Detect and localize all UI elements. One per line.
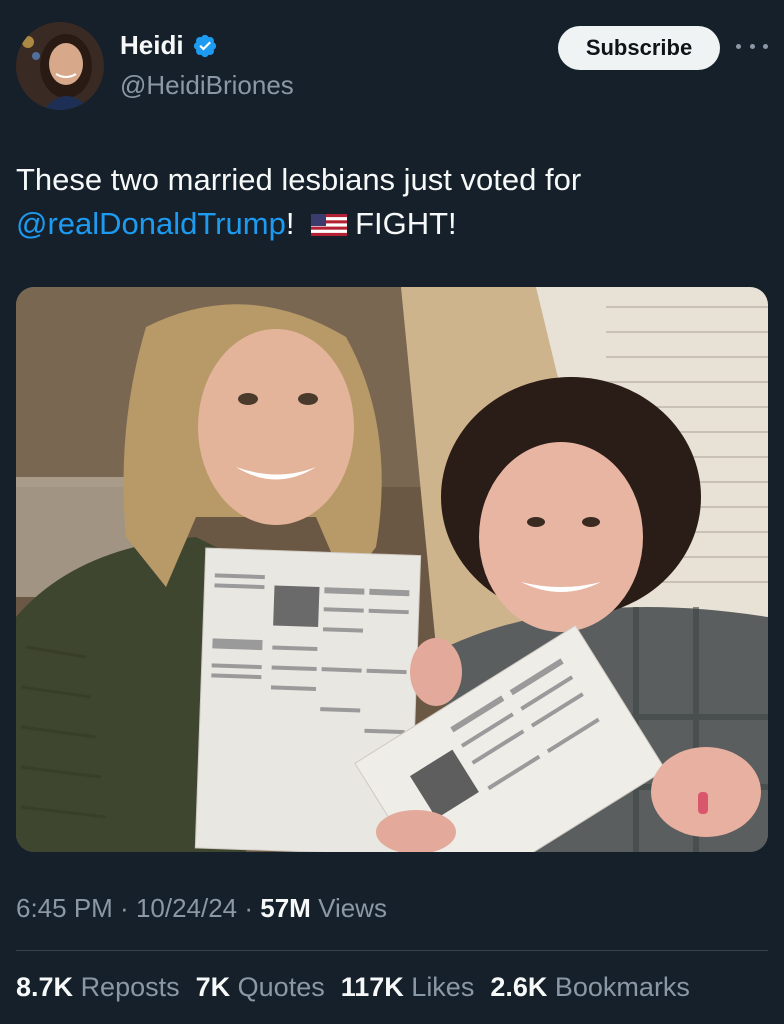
- author-display-name[interactable]: Heidi: [120, 30, 184, 61]
- reposts-label: Reposts: [80, 972, 180, 1002]
- tweet-time[interactable]: 6:45 PM: [16, 893, 113, 923]
- views-label: Views: [310, 893, 387, 923]
- engagement-stats: 8.7K Reposts 7K Quotes 117K Likes 2.6K B…: [16, 972, 690, 1003]
- likes-stat[interactable]: 117K Likes: [341, 972, 475, 1003]
- likes-label: Likes: [411, 972, 475, 1002]
- photo-illustration: [16, 287, 768, 852]
- tweet-date[interactable]: 10/24/24: [136, 893, 237, 923]
- tweet-photo[interactable]: [16, 287, 768, 852]
- author-avatar[interactable]: [16, 22, 104, 110]
- subscribe-button[interactable]: Subscribe: [558, 26, 720, 70]
- views-count: 57M: [260, 893, 311, 923]
- tweet-text-punct: !: [285, 206, 295, 241]
- tweet-text: These two married lesbians just voted fo…: [16, 158, 756, 246]
- tweet-meta: 6:45 PM · 10/24/24 · 57M Views: [16, 893, 387, 924]
- quotes-label: Quotes: [237, 972, 325, 1002]
- tweet-container: Heidi @HeidiBriones Subscribe These two …: [0, 0, 784, 1024]
- meta-separator: ·: [112, 893, 136, 923]
- divider: [16, 950, 768, 951]
- author-handle[interactable]: @HeidiBriones: [120, 70, 294, 101]
- likes-count: 117K: [340, 972, 404, 1002]
- bookmarks-label: Bookmarks: [554, 972, 690, 1002]
- avatar-image: [16, 22, 104, 110]
- bookmarks-stat[interactable]: 2.6K Bookmarks: [490, 972, 690, 1003]
- us-flag-icon: [311, 214, 348, 236]
- verified-badge-icon: [193, 34, 216, 57]
- meta-separator: ·: [237, 893, 261, 923]
- more-options-icon[interactable]: [736, 36, 768, 56]
- bookmarks-count: 2.6K: [490, 972, 548, 1002]
- reposts-stat[interactable]: 8.7K Reposts: [16, 972, 180, 1003]
- quotes-stat[interactable]: 7K Quotes: [196, 972, 325, 1003]
- reposts-count: 8.7K: [16, 972, 74, 1002]
- tweet-text-line1: These two married lesbians just voted fo…: [16, 162, 582, 197]
- quotes-count: 7K: [195, 972, 231, 1002]
- author-name-row[interactable]: Heidi: [120, 30, 218, 61]
- tweet-text-end: FIGHT!: [355, 206, 457, 241]
- mention-link[interactable]: @realDonaldTrump: [16, 206, 286, 241]
